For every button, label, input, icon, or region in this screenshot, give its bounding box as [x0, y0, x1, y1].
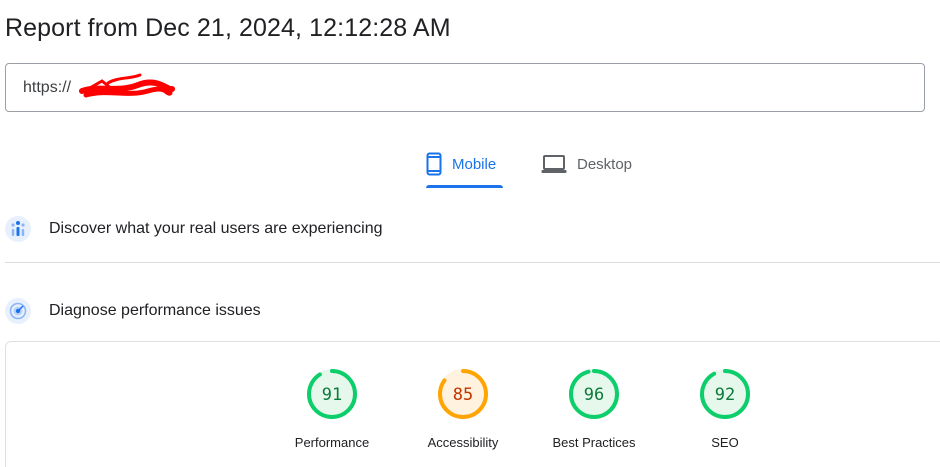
score-label: Performance: [294, 435, 370, 450]
real-users-section-label: Discover what your real users are experi…: [49, 220, 383, 237]
report-title: Report from Dec 21, 2024, 12:12:28 AM: [5, 14, 451, 42]
score-gauge-best-practices[interactable]: 96 Best Practices: [524, 367, 664, 450]
tab-desktop-label: Desktop: [577, 155, 633, 173]
section-divider: [5, 262, 940, 263]
tab-mobile[interactable]: Mobile: [426, 140, 503, 188]
field-data-icon: [5, 216, 31, 242]
tab-desktop[interactable]: Desktop: [541, 140, 641, 188]
score-ring: 91: [307, 369, 357, 419]
score-gauge-accessibility[interactable]: 85 Accessibility: [393, 367, 533, 450]
score-ring: 85: [438, 369, 488, 419]
score-label: Accessibility: [427, 435, 499, 450]
score-label: SEO: [711, 435, 739, 450]
score-gauge-performance[interactable]: 91 Performance: [262, 367, 402, 450]
laptop-icon: [541, 154, 567, 174]
real-users-section-header[interactable]: Discover what your real users are experi…: [5, 214, 382, 244]
score-value: 91: [322, 385, 342, 405]
tab-mobile-label: Mobile: [452, 155, 497, 173]
score-label: Best Practices: [552, 435, 636, 450]
redaction-scribble: [79, 73, 175, 98]
pagespeed-report-page: Report from Dec 21, 2024, 12:12:28 AM ht…: [0, 0, 940, 467]
url-input[interactable]: https://: [5, 63, 925, 112]
score-value: 92: [715, 385, 735, 405]
score-ring: 96: [569, 369, 619, 419]
diagnose-section-label: Diagnose performance issues: [49, 302, 261, 319]
smartphone-icon: [426, 152, 442, 176]
device-tabs: Mobile Desktop: [0, 140, 940, 190]
lab-data-icon: [5, 298, 31, 324]
score-value: 96: [584, 385, 604, 405]
url-value: https://: [23, 79, 72, 96]
score-gauge-seo[interactable]: 92 SEO: [655, 367, 795, 450]
score-ring: 92: [700, 369, 750, 419]
score-value: 85: [453, 385, 473, 405]
diagnose-section-header[interactable]: Diagnose performance issues: [5, 296, 261, 326]
